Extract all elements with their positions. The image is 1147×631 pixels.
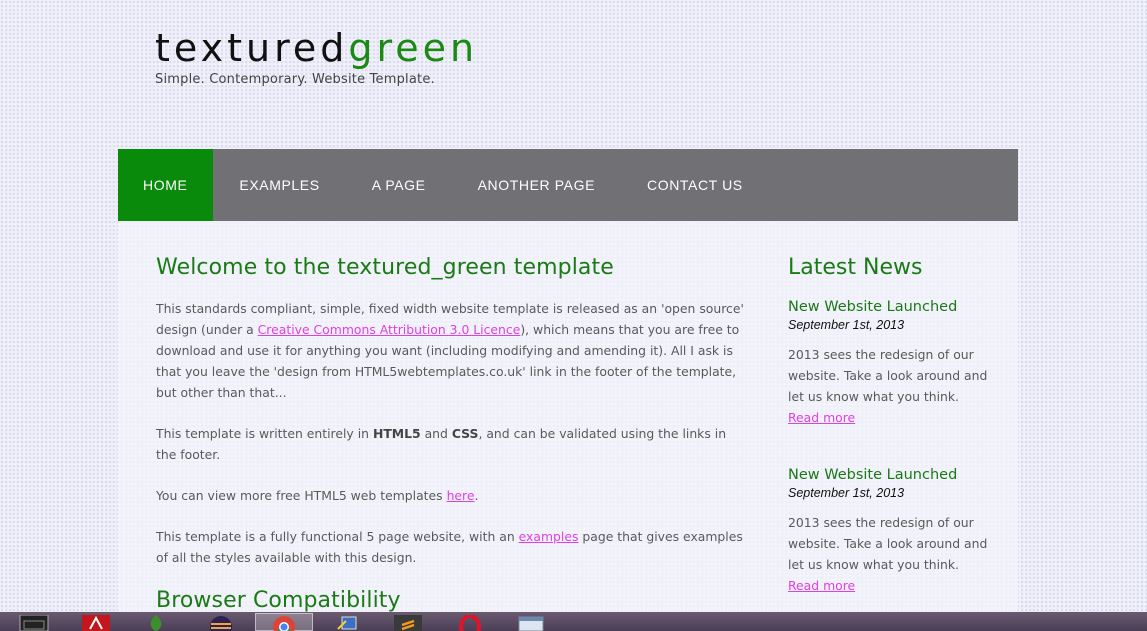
content-area: Welcome to the textured_green template T…: [118, 221, 1018, 631]
read-more-link[interactable]: Read more: [788, 407, 855, 428]
site-title-part2: green: [348, 26, 479, 70]
news-date: September 1st, 2013: [788, 318, 905, 332]
site-logo[interactable]: texturedgreen Simple. Contemporary. Webs…: [155, 26, 478, 87]
main-menu: HOME EXAMPLES A PAGE ANOTHER PAGE CONTAC…: [118, 149, 1018, 221]
more-templates-text: You can view more free HTML5 web templat…: [156, 488, 447, 503]
more-templates-period: .: [474, 488, 479, 503]
site-title-part1: textured: [155, 26, 349, 70]
menu-item-a-page[interactable]: A PAGE: [346, 149, 452, 221]
css-bold: CSS: [451, 426, 479, 441]
news-title: New Website Launched: [788, 467, 958, 483]
news-body: 2013 sees the redesign of our website. T…: [788, 515, 988, 572]
sidebar: Latest News New Website Launched Septemb…: [788, 255, 988, 631]
sublime-text-icon[interactable]: [392, 615, 424, 631]
network-tool-icon[interactable]: [332, 615, 364, 631]
html5-text-a: This template is written entirely in: [156, 426, 373, 441]
functional-text-a: This template is a fully functional 5 pa…: [156, 529, 519, 544]
more-templates-paragraph: You can view more free HTML5 web templat…: [156, 485, 750, 506]
news-title: New Website Launched: [788, 299, 958, 315]
site-slogan: Simple. Contemporary. Website Template.: [155, 72, 435, 87]
news-item: New Website Launched September 1st, 2013…: [788, 296, 988, 428]
opera-icon[interactable]: [454, 615, 486, 631]
html5-paragraph: This template is written entirely in HTM…: [156, 423, 750, 465]
news-item: New Website Launched September 1st, 2013…: [788, 464, 988, 596]
menu-item-another-page[interactable]: ANOTHER PAGE: [452, 149, 621, 221]
leaf-app-icon[interactable]: [140, 615, 172, 631]
browser-compat-heading: Browser Compatibility: [156, 588, 401, 613]
read-more-link[interactable]: Read more: [788, 575, 855, 596]
menu-item-contact-us[interactable]: CONTACT US: [621, 149, 769, 221]
examples-link[interactable]: examples: [519, 529, 579, 544]
html5-and: and: [420, 426, 452, 441]
chrome-icon[interactable]: [268, 615, 300, 631]
news-body: 2013 sees the redesign of our website. T…: [788, 347, 988, 404]
eclipse-icon[interactable]: [205, 615, 237, 631]
functional-paragraph: This template is a fully functional 5 pa…: [156, 526, 750, 568]
licence-link[interactable]: Creative Commons Attribution 3.0 Licence: [258, 322, 521, 337]
main-content: Welcome to the textured_green template T…: [156, 255, 750, 631]
page-heading: Welcome to the textured_green template: [156, 255, 614, 280]
menu-item-home[interactable]: HOME: [118, 149, 214, 221]
news-date: September 1st, 2013: [788, 486, 905, 500]
menu-item-examples[interactable]: EXAMPLES: [213, 149, 345, 221]
site-title[interactable]: texturedgreen: [155, 26, 478, 70]
html5-bold: HTML5: [372, 426, 421, 441]
djrazor-icon[interactable]: [18, 615, 50, 631]
os-taskbar: [0, 612, 1147, 631]
pdf-reader-icon[interactable]: [80, 615, 112, 631]
sidebar-title: Latest News: [788, 255, 923, 280]
intro-paragraph: This standards compliant, simple, fixed …: [156, 298, 750, 403]
window-app-icon[interactable]: [515, 615, 547, 631]
here-link[interactable]: here: [447, 488, 475, 503]
